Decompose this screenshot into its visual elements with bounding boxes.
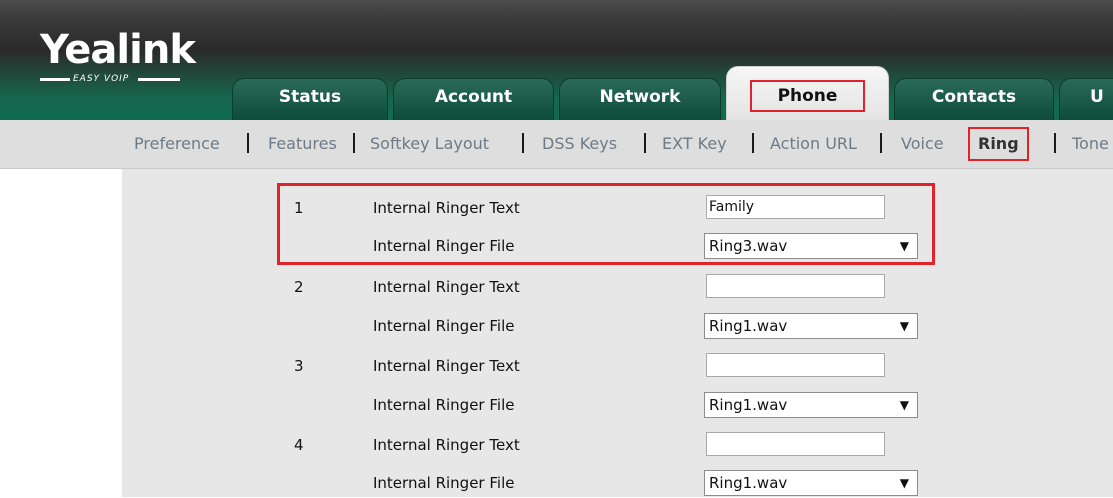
ringer-4-text-input[interactable] [706,432,885,456]
ringer-file-label: Internal Ringer File [373,474,515,492]
ringer-3-text-row: 3 Internal Ringer Text [122,351,1113,381]
ringer-2-file-row: Internal Ringer File Ring1.wav ▼ [122,311,1113,341]
ringer-3-text-input[interactable] [706,353,885,377]
ringer-4-text-row: 4 Internal Ringer Text [122,430,1113,460]
subnav-features[interactable]: Features [268,120,337,168]
phone-subnav: Preference Features Softkey Layout DSS K… [0,120,1113,169]
dropdown-arrow-icon: ▼ [899,398,909,412]
subnav-softkey-layout[interactable]: Softkey Layout [370,120,489,168]
ringer-number: 2 [294,278,304,296]
ringer-3-file-select[interactable]: Ring1.wav ▼ [704,392,918,418]
subnav-preference[interactable]: Preference [134,120,220,168]
ringer-4-file-row: Internal Ringer File Ring1.wav ▼ [122,468,1113,498]
ringer-2-file-select[interactable]: Ring1.wav ▼ [704,313,918,339]
dropdown-arrow-icon: ▼ [899,476,909,490]
ringer-number: 4 [294,436,304,454]
tab-account[interactable]: Account [393,78,554,120]
dropdown-arrow-icon: ▼ [899,319,909,333]
brand-tagline-strip: EASY VOIP [40,74,190,84]
ringer-text-label: Internal Ringer Text [373,278,520,296]
ringer-text-label: Internal Ringer Text [373,436,520,454]
subnav-ring[interactable]: Ring [968,120,1029,168]
left-sidebar [0,169,122,497]
tab-network[interactable]: Network [559,78,721,120]
ringer-2-text-input[interactable] [706,274,885,298]
tab-phone[interactable]: Phone [726,66,889,120]
ringer-2-text-row: 2 Internal Ringer Text [122,272,1113,302]
tab-contacts[interactable]: Contacts [894,78,1054,120]
ringer-text-label: Internal Ringer Text [373,357,520,375]
yealink-logo: Yealink EASY VOIP [40,27,196,84]
brand-name: Yealink [40,27,196,73]
subnav-voice[interactable]: Voice [901,120,944,168]
subnav-tone[interactable]: Tone [1072,120,1109,168]
subnav-ext-key[interactable]: EXT Key [662,120,727,168]
tab-status[interactable]: Status [232,78,388,120]
ringer-3-file-row: Internal Ringer File Ring1.wav ▼ [122,390,1113,420]
ringer-4-file-select[interactable]: Ring1.wav ▼ [704,470,918,496]
header-bar: Yealink EASY VOIP Status Account Network… [0,0,1113,120]
subnav-ring-label: Ring [968,127,1029,161]
subnav-dss-keys[interactable]: DSS Keys [542,120,617,168]
subnav-action-url[interactable]: Action URL [770,120,857,168]
ringer-file-label: Internal Ringer File [373,396,515,414]
ringer-number: 3 [294,357,304,375]
brand-tagline: EASY VOIP [73,74,130,84]
tab-upgrade[interactable]: U [1059,78,1113,120]
ringer-file-label: Internal Ringer File [373,317,515,335]
highlight-box [277,183,935,265]
